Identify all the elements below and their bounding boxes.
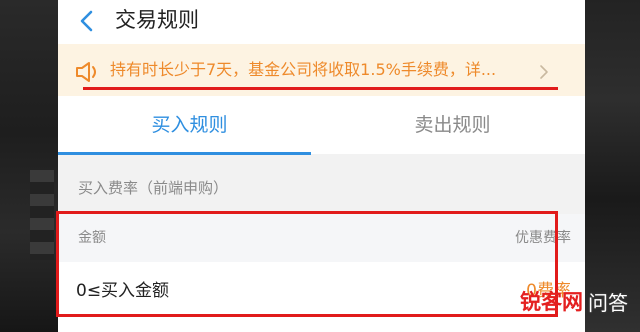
annotation-underline bbox=[83, 87, 558, 90]
top-bar: 交易规则 bbox=[58, 0, 585, 44]
background-right bbox=[585, 0, 640, 332]
watermark-suffix: 问答 bbox=[588, 291, 628, 315]
watermark-brand: 锐客网 bbox=[520, 290, 583, 314]
speaker-icon bbox=[76, 62, 96, 82]
background-left bbox=[0, 0, 58, 332]
notice-text: 持有时长少于7天，基金公司将收取1.5%手续费，详... bbox=[110, 60, 497, 79]
chevron-right-icon bbox=[540, 65, 548, 79]
page-title: 交易规则 bbox=[115, 8, 199, 32]
tab-sell-rules[interactable]: 卖出规则 bbox=[321, 96, 584, 154]
rules-tabs: 买入规则 卖出规则 bbox=[58, 96, 585, 154]
annotation-box bbox=[56, 211, 558, 317]
section-title: 买入费率（前端申购） bbox=[78, 179, 229, 197]
active-tab-indicator bbox=[58, 152, 311, 155]
tab-buy-rules[interactable]: 买入规则 bbox=[58, 96, 321, 154]
chevron-left-icon[interactable] bbox=[76, 9, 100, 33]
